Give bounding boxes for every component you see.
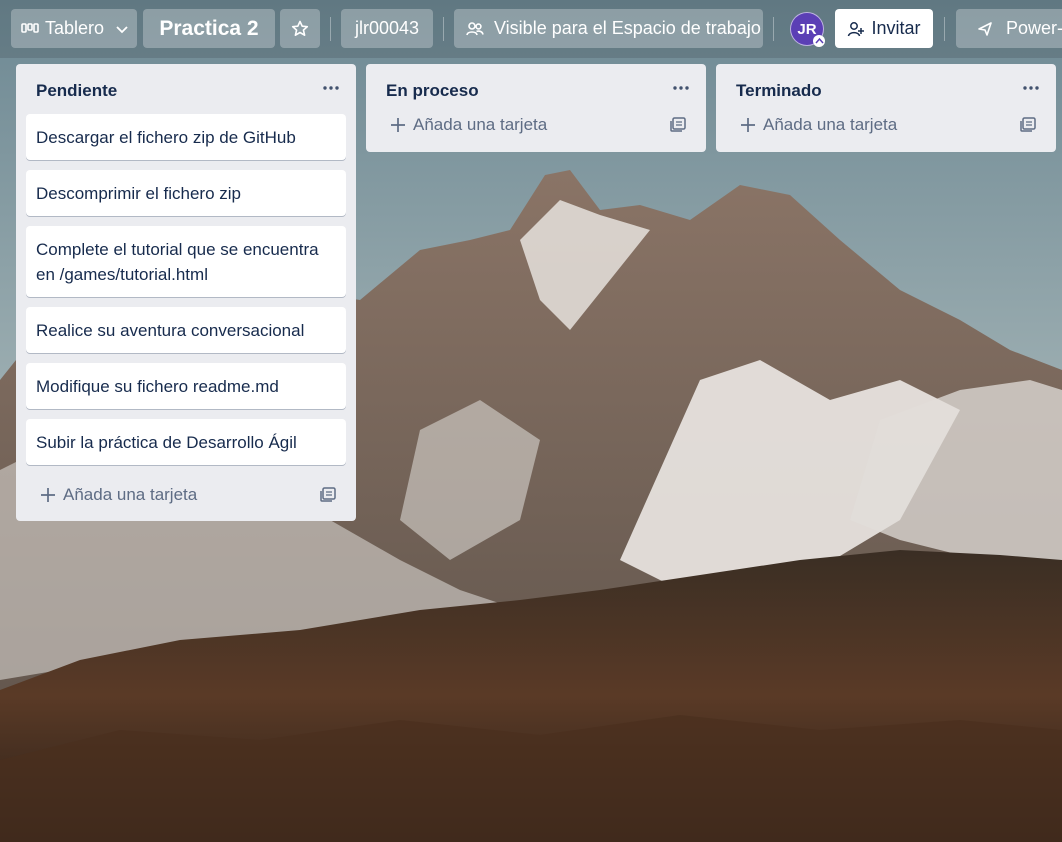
list-header: Pendiente — [16, 64, 356, 114]
list-pendiente: Pendiente Descargar el fichero zip de Gi… — [16, 64, 356, 521]
list-menu-button[interactable] — [1020, 77, 1042, 99]
star-icon — [291, 20, 309, 36]
workspace-name: jlr00043 — [354, 18, 420, 38]
add-card-label: Añada una tarjeta — [63, 485, 198, 504]
more-horizontal-icon — [673, 86, 689, 90]
admin-badge-icon — [813, 35, 825, 47]
invite-label: Invitar — [871, 18, 921, 38]
workspace-visible-icon — [466, 21, 484, 35]
add-card-button[interactable]: Añada una tarjeta — [726, 105, 1046, 145]
add-card-button[interactable]: Añada una tarjeta — [26, 475, 346, 515]
card-template-icon[interactable] — [669, 115, 687, 133]
plus-icon — [391, 118, 405, 132]
board-header: Tablero Practica 2 jlr00043 Visible para… — [0, 0, 1062, 58]
chevron-down-icon — [116, 25, 128, 33]
add-card-label: Añada una tarjeta — [763, 115, 898, 134]
list-menu-button[interactable] — [670, 77, 692, 99]
board-title: Practica 2 — [159, 16, 259, 40]
list-title[interactable]: En proceso — [386, 81, 479, 101]
list-card[interactable]: Descargar el fichero zip de GitHub — [26, 114, 346, 160]
add-card-label: Añada una tarjeta — [413, 115, 548, 134]
card-template-icon[interactable] — [319, 485, 337, 503]
plus-icon — [41, 488, 55, 502]
list-title[interactable]: Terminado — [736, 81, 822, 101]
invite-button[interactable]: Invitar — [835, 9, 933, 48]
add-member-icon — [848, 21, 865, 36]
list-terminado: Terminado Añada una tarjeta — [716, 64, 1056, 152]
list-card[interactable]: Descomprimir el fichero zip — [26, 170, 346, 216]
list-title[interactable]: Pendiente — [36, 81, 117, 101]
header-divider — [443, 17, 444, 41]
board-title-button[interactable]: Practica 2 — [143, 9, 275, 48]
card-template-icon[interactable] — [1019, 115, 1037, 133]
list-card[interactable]: Subir la práctica de Desarrollo Ágil — [26, 419, 346, 465]
more-horizontal-icon — [323, 86, 339, 90]
member-avatar[interactable]: JR — [790, 12, 825, 47]
visibility-button[interactable]: Visible para el Espacio de trabajo — [454, 9, 763, 48]
avatar-initials: JR — [797, 20, 817, 38]
header-divider — [944, 17, 945, 41]
rocket-icon — [978, 21, 992, 36]
star-button[interactable] — [280, 9, 320, 48]
list-card[interactable]: Modifique su fichero readme.md — [26, 363, 346, 409]
visibility-label: Visible para el Espacio de trabajo — [494, 18, 761, 38]
view-switcher-button[interactable]: Tablero — [11, 9, 137, 48]
list-card[interactable]: Complete el tutorial que se encuentra en… — [26, 226, 346, 297]
more-horizontal-icon — [1023, 86, 1039, 90]
add-card-button[interactable]: Añada una tarjeta — [376, 105, 696, 145]
list-menu-button[interactable] — [320, 77, 342, 99]
view-switcher-label: Tablero — [45, 18, 105, 38]
list-card[interactable]: Realice su aventura conversacional — [26, 307, 346, 353]
header-divider — [773, 17, 774, 41]
board-icon — [21, 22, 39, 33]
power-ups-button[interactable]: Power-U — [956, 9, 1062, 48]
power-ups-label: Power-U — [1006, 18, 1062, 38]
plus-icon — [741, 118, 755, 132]
workspace-button[interactable]: jlr00043 — [341, 9, 433, 48]
list-en-proceso: En proceso Añada una tarjeta — [366, 64, 706, 152]
header-divider — [330, 17, 331, 41]
